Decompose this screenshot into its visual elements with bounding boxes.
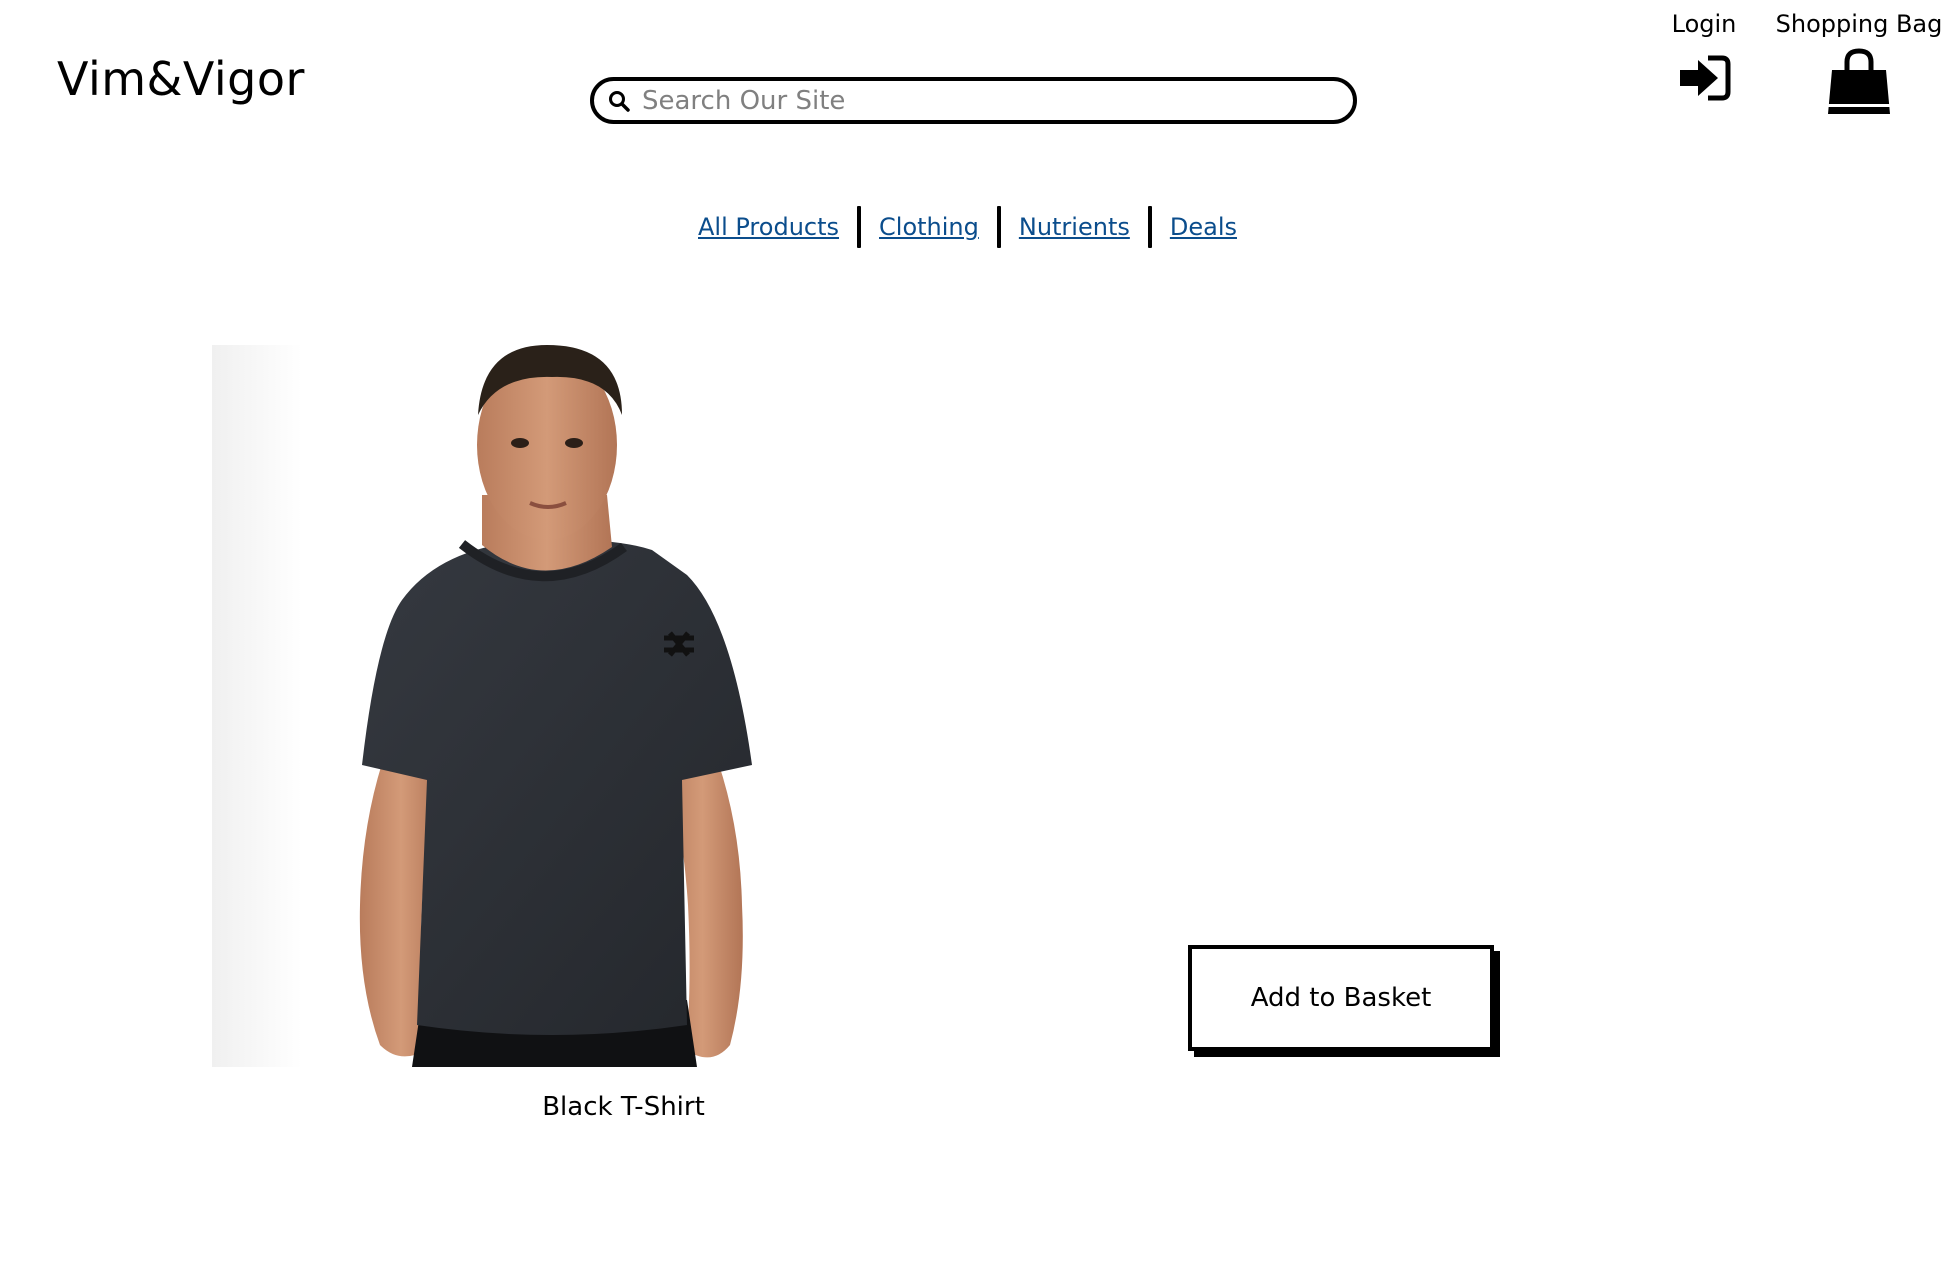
account-nav: Login Shopping Bag	[1649, 10, 1949, 130]
product-photo	[212, 345, 752, 1067]
shopping-bag-link[interactable]: Shopping Bag	[1769, 10, 1949, 121]
shopping-bag-label: Shopping Bag	[1775, 10, 1943, 38]
category-nav: All Products Clothing Nutrients Deals	[0, 206, 1949, 248]
login-link[interactable]: Login	[1649, 10, 1759, 109]
nav-divider	[996, 206, 1001, 248]
nav-link-nutrients[interactable]: Nutrients	[1019, 213, 1130, 241]
nav-link-all-products[interactable]: All Products	[698, 213, 839, 241]
nav-divider	[857, 206, 862, 248]
nav-link-clothing[interactable]: Clothing	[879, 213, 979, 241]
search-bar[interactable]	[590, 77, 1357, 124]
site-logo[interactable]: Vim&Vigor	[57, 52, 305, 106]
product-name: Black T-Shirt	[542, 1092, 705, 1122]
nav-divider	[1147, 206, 1152, 248]
sign-in-icon	[1680, 55, 1731, 101]
product-image[interactable]	[212, 345, 884, 1067]
search-icon	[606, 88, 632, 114]
shopping-bag-icon	[1828, 48, 1890, 114]
add-to-basket-button[interactable]: Add to Basket	[1188, 945, 1494, 1051]
search-input[interactable]	[642, 85, 1322, 116]
nav-link-deals[interactable]: Deals	[1170, 213, 1237, 241]
login-label: Login	[1671, 10, 1737, 38]
